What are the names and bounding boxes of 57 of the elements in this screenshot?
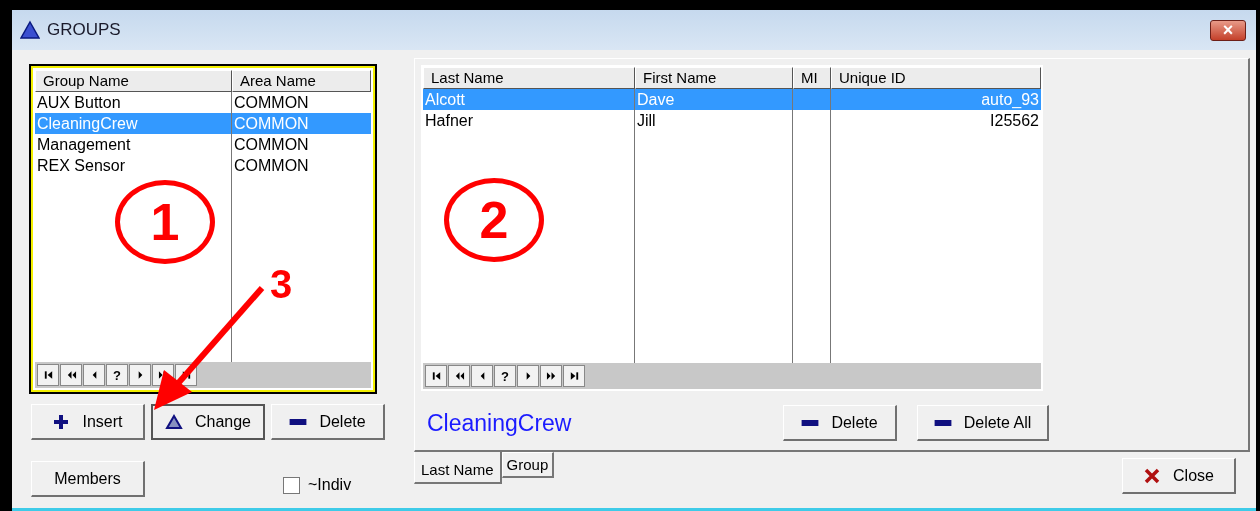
column-header[interactable]: Area Name [232,70,371,92]
navigator-button[interactable] [448,365,470,387]
checkbox-label: ~Indiv [308,476,352,494]
app-icon [20,20,40,40]
first-record-icon [42,370,54,380]
checkbox[interactable] [283,476,300,494]
navigator-button[interactable] [60,364,82,386]
table-cell[interactable]: COMMON [232,92,371,113]
window-title: GROUPS [47,20,121,40]
members-button[interactable]: Members [31,461,145,497]
navigator-button[interactable] [563,365,585,387]
delete-button[interactable]: Delete [271,404,385,440]
minus-icon [933,419,952,426]
triangle-icon [164,414,183,430]
column-header[interactable]: MI [793,67,831,89]
close-icon [1143,467,1162,484]
table-cell[interactable]: Management [35,134,232,155]
insert-button[interactable]: Insert [31,404,145,440]
double-right-arrow-icon [545,371,557,381]
delete-button[interactable]: Delete All [917,405,1049,441]
navigator-button[interactable] [129,364,151,386]
tab[interactable]: Group [501,452,555,478]
close-button[interactable]: Close [1122,458,1236,494]
double-left-arrow-icon [453,371,465,381]
last-record-icon [568,371,580,381]
navigator-button[interactable] [471,365,493,387]
annotation-number: 3 [270,262,293,307]
group-name-label: CleaningCrew [426,409,573,437]
column-header[interactable]: Unique ID [831,67,1041,89]
table-cell[interactable] [793,89,831,110]
column-header[interactable]: Last Name [423,67,635,89]
annotation-circle: 1 [115,180,215,264]
minus-icon [801,419,820,426]
navigator-button[interactable] [517,365,539,387]
table-cell[interactable]: REX Sensor [35,155,232,176]
column-header[interactable]: Group Name [35,70,232,92]
table-cell[interactable]: Jill [635,110,793,131]
last-record-icon [180,370,192,380]
table-cell[interactable]: Hafner [423,110,635,131]
minus-icon [289,418,308,425]
navigator-button[interactable]: ? [106,364,128,386]
plus-icon [52,413,71,430]
navigator-button[interactable] [540,365,562,387]
annotation-circle: 2 [444,178,544,262]
tab[interactable]: Last Name [414,452,502,484]
navigator-button[interactable]: ? [494,365,516,387]
navigator-button[interactable] [37,364,59,386]
first-record-icon [430,371,442,381]
navigator-button[interactable] [83,364,105,386]
table-cell[interactable]: I25562 [831,110,1041,131]
table-cell[interactable]: COMMON [232,134,371,155]
column-header[interactable]: First Name [635,67,793,89]
table-cell[interactable]: COMMON [232,155,371,176]
change-button[interactable]: Change [151,404,265,440]
delete-button[interactable]: Delete [783,405,897,441]
double-left-arrow-icon [65,370,77,380]
navigator-button[interactable] [425,365,447,387]
